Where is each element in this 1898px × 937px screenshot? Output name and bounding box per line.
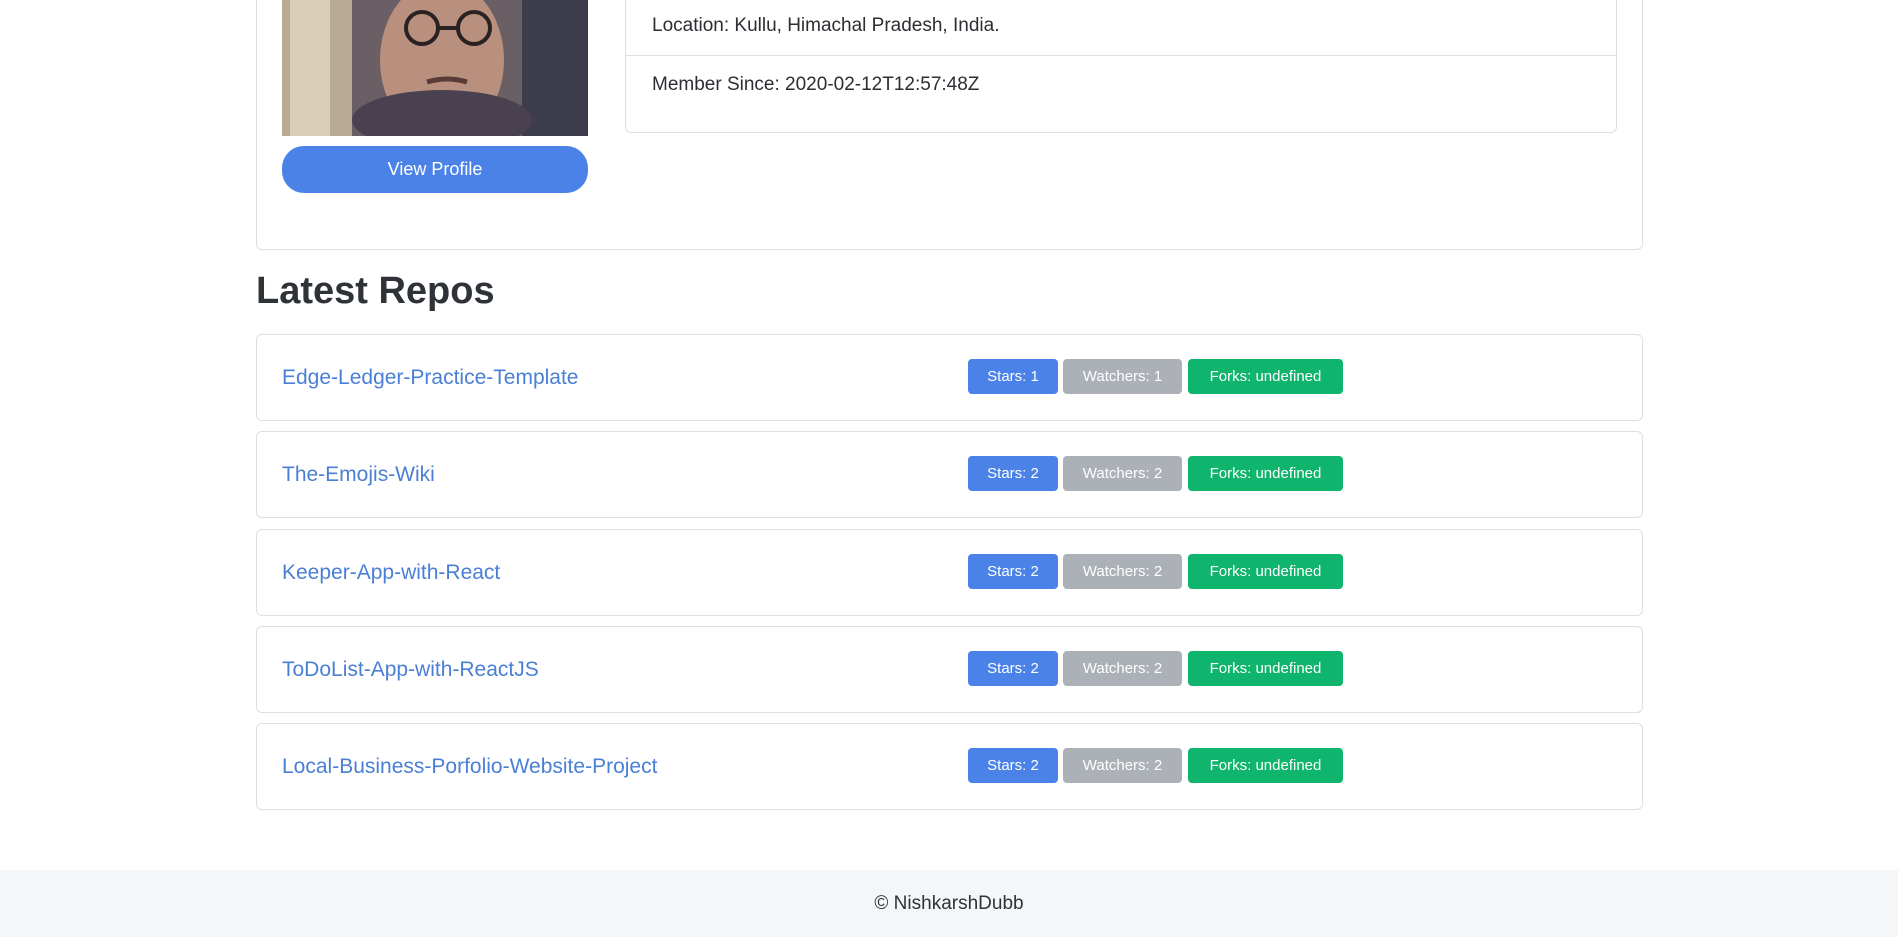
stars-badge: Stars: 2 xyxy=(968,554,1058,589)
watchers-badge: Watchers: 2 xyxy=(1063,651,1182,686)
repo-link[interactable]: ToDoList-App-with-ReactJS xyxy=(282,627,539,712)
profile-info-list: Location: Kullu, Himachal Pradesh, India… xyxy=(625,0,1617,133)
repo-card: The-Emojis-Wiki Stars: 2 Watchers: 2 For… xyxy=(256,431,1643,518)
repo-link[interactable]: Local-Business-Porfolio-Website-Project xyxy=(282,724,657,809)
avatar xyxy=(282,0,588,136)
footer: © NishkarshDubb xyxy=(0,870,1898,937)
view-profile-button[interactable]: View Profile xyxy=(282,146,588,193)
forks-badge: Forks: undefined xyxy=(1188,651,1343,686)
member-since-item: Member Since: 2020-02-12T12:57:48Z xyxy=(626,55,1616,114)
repo-card: Edge-Ledger-Practice-Template Stars: 1 W… xyxy=(256,334,1643,421)
repo-link[interactable]: Keeper-App-with-React xyxy=(282,530,500,615)
forks-badge: Forks: undefined xyxy=(1188,748,1343,783)
stars-badge: Stars: 2 xyxy=(968,456,1058,491)
stars-badge: Stars: 2 xyxy=(968,748,1058,783)
watchers-badge: Watchers: 2 xyxy=(1063,456,1182,491)
watchers-badge: Watchers: 1 xyxy=(1063,359,1182,394)
location-item: Location: Kullu, Himachal Pradesh, India… xyxy=(626,0,1616,55)
stars-badge: Stars: 2 xyxy=(968,651,1058,686)
forks-badge: Forks: undefined xyxy=(1188,554,1343,589)
repo-link[interactable]: The-Emojis-Wiki xyxy=(282,432,435,517)
repo-card: Keeper-App-with-React Stars: 2 Watchers:… xyxy=(256,529,1643,616)
forks-badge: Forks: undefined xyxy=(1188,456,1343,491)
latest-repos-heading: Latest Repos xyxy=(256,270,495,312)
stars-badge: Stars: 1 xyxy=(968,359,1058,394)
repo-link[interactable]: Edge-Ledger-Practice-Template xyxy=(282,335,578,420)
watchers-badge: Watchers: 2 xyxy=(1063,748,1182,783)
forks-badge: Forks: undefined xyxy=(1188,359,1343,394)
repo-card: Local-Business-Porfolio-Website-Project … xyxy=(256,723,1643,810)
footer-copyright: © NishkarshDubb xyxy=(874,892,1024,914)
watchers-badge: Watchers: 2 xyxy=(1063,554,1182,589)
repo-card: ToDoList-App-with-ReactJS Stars: 2 Watch… xyxy=(256,626,1643,713)
